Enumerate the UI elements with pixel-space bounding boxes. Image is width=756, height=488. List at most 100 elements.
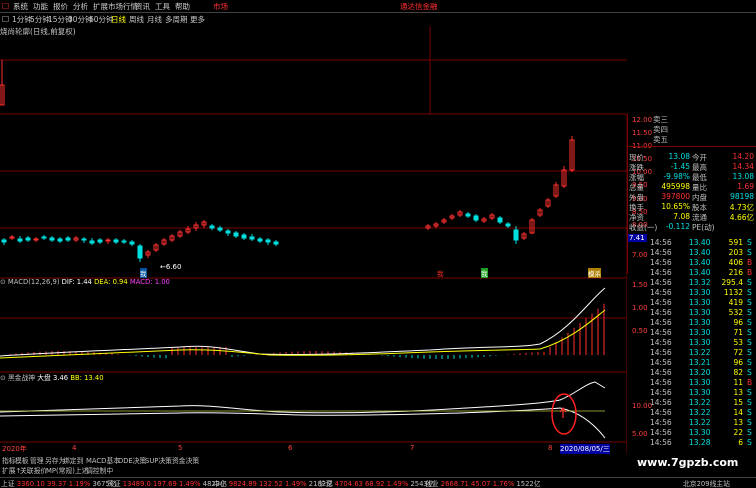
candle (465, 213, 471, 217)
date-highlight: 2020/08/05/三 (560, 444, 610, 454)
candles (0, 60, 575, 262)
menu-system[interactable]: 系统 (13, 1, 28, 12)
tick-row: 14:56 13.30 11 B (650, 378, 753, 387)
tab-indicator[interactable]: 指标 (2, 455, 16, 465)
app-icon[interactable]: □ (2, 1, 9, 10)
candle (265, 239, 271, 243)
tick-row: 14:56 13.22 13 S (650, 418, 752, 427)
tick-row: 14:56 13.22 14 S (650, 408, 752, 417)
tab-sup[interactable]: SUP决策 (145, 455, 172, 465)
candle (225, 230, 231, 234)
tab-control[interactable]: 调控制中 (86, 465, 113, 475)
market-label[interactable]: 市场 (213, 1, 228, 12)
candle (89, 240, 95, 244)
tick-row: 14:56 13.30 22 S (650, 428, 752, 437)
menu-quote[interactable]: 报价 (53, 1, 68, 12)
tab-expand[interactable]: 扩展↑ (2, 465, 21, 475)
candle (241, 234, 247, 239)
kline-chart[interactable] (0, 26, 627, 454)
tick-row: 14:56 13.40 406 B (650, 258, 753, 267)
tick-row: 14:56 13.40 216 B (650, 268, 753, 277)
broker-name: 通达信金融 (400, 2, 438, 11)
quote-value: 13.08 (668, 152, 690, 161)
tab-macd[interactable]: MACD基本 (86, 455, 120, 465)
tick-list[interactable]: 14:56 13.40 591 S 14:56 13.40 203 S 14:56 13.40 40… (627, 238, 756, 453)
tab-mp[interactable]: MP(常规)上述 (46, 465, 88, 475)
quote-value: 1.69 (737, 182, 754, 191)
tab-bind[interactable]: 绑定到 (63, 455, 83, 465)
tab-related[interactable]: 关联报价 (20, 465, 47, 475)
period-week[interactable]: 周线 (129, 14, 144, 25)
tick-row: 14:56 13.22 72 S (650, 348, 752, 357)
quote-value: 98198 (730, 192, 754, 201)
macd-dif-line (0, 287, 606, 357)
candle (257, 238, 263, 242)
menu-news[interactable]: 资讯 (135, 1, 150, 12)
tick-row: 14:56 13.22 15 S (650, 398, 752, 407)
candle (121, 240, 127, 243)
period-more[interactable]: 更多 (190, 14, 205, 25)
tab-fund[interactable]: 资金决策 (172, 455, 199, 465)
candle (33, 238, 39, 241)
tab-template[interactable]: 模板 (15, 455, 29, 465)
candle (473, 215, 479, 221)
signal-label: 我 (140, 268, 147, 278)
quote-row: 收益(一) -0.112 PE(动) (628, 222, 756, 232)
candle (17, 238, 23, 242)
candle (273, 241, 279, 245)
menu-ext-market[interactable]: 扩展市场行情 (93, 1, 138, 12)
ind3-settings-icon[interactable]: ⊙ (0, 374, 6, 382)
quote-value: 10.65% (661, 202, 690, 211)
watermark: www.7gpzb.com (637, 456, 739, 469)
tick-row: 14:56 13.30 53 S (650, 338, 752, 347)
candle (497, 217, 503, 223)
macd-header: ⊙ MACD(12,26,9) DIF: 1.44 DEA: 0.94 MACD… (0, 278, 170, 286)
period-icon[interactable]: □ (2, 14, 9, 23)
highlight-circle (551, 393, 577, 435)
tick-row: 14:56 13.30 13 S (650, 388, 752, 397)
macd-settings-icon[interactable]: ⊙ (0, 278, 6, 286)
menu-function[interactable]: 功能 (33, 1, 48, 12)
quote-row: 换手 10.65% 股本 4.73亿 (628, 202, 756, 212)
tick-row: 14:56 13.28 6 S (650, 438, 752, 447)
menu-tools[interactable]: 工具 (155, 1, 170, 12)
tick-row: 14:56 13.40 203 S (650, 248, 752, 257)
tick-row: 14:56 13.32 295.4 S (650, 278, 752, 287)
quote-row: 现价 13.08 今开 14.20 (628, 152, 756, 162)
candle (129, 241, 135, 245)
tick-row: 14:56 13.30 71 S (650, 328, 752, 337)
candle (105, 239, 111, 242)
quote-row: 涨跌 -1.45 最高 14.34 (628, 162, 756, 172)
low-marker: ←6.60 (160, 263, 182, 271)
candle (41, 236, 47, 239)
quote-row: 总量 495998 量比 1.69 (628, 182, 756, 192)
signal-label: 我 (437, 270, 444, 278)
book-row: 卖五 (653, 135, 668, 144)
candle (25, 237, 31, 241)
period-1min[interactable]: 1分钟 (12, 14, 32, 25)
tick-row: 14:56 13.30 96 S (650, 318, 752, 327)
quote-value: -9.98% (663, 172, 690, 181)
period-5min[interactable]: 5分钟 (30, 14, 50, 25)
tab-dde[interactable]: DDE决策 (118, 455, 146, 465)
quote-value: -0.112 (665, 222, 690, 231)
menu-analysis[interactable]: 分析 (73, 1, 88, 12)
candle (233, 232, 239, 237)
tick-row: 14:56 13.40 591 S (650, 238, 752, 247)
quote-value: 495998 (661, 182, 690, 191)
menu-bar: □ 系统 功能 报价 分析 扩展市场行情 资讯 工具 帮助 市场 通达信金融 (0, 0, 756, 13)
menu-help[interactable]: 帮助 (175, 1, 190, 12)
period-month[interactable]: 月线 (147, 14, 162, 25)
tick-row: 14:56 13.20 82 S (650, 368, 752, 377)
period-multi[interactable]: 多周期 (165, 14, 188, 25)
quote-label: PE(动) (692, 223, 715, 232)
candle (57, 238, 63, 242)
period-day[interactable]: 日线 (111, 14, 126, 25)
period-60min[interactable]: 60分钟 (89, 14, 114, 25)
quote-row: 外盘 397800 内盘 98198 (628, 192, 756, 202)
tab-manage[interactable]: 管理 (30, 455, 44, 465)
book-row: 卖三 (653, 115, 668, 124)
book-row: 卖四 (653, 125, 668, 134)
macd-panel (0, 287, 606, 359)
quote-value: 14.20 (732, 152, 754, 161)
